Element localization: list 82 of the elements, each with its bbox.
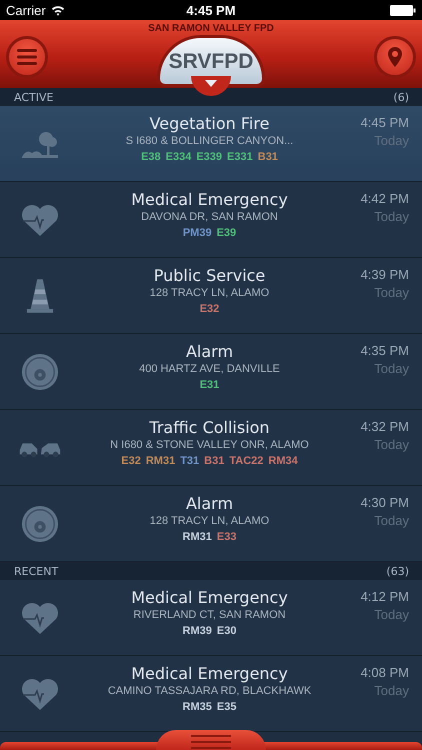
incident-time: 4:30 PM	[360, 494, 409, 512]
incident-time: 4:39 PM	[360, 266, 409, 284]
alarm-bell-icon	[21, 353, 59, 391]
incident-row[interactable]: Alarm 128 TRACY LN, ALAMO RM31 E33 4:30 PM Today	[0, 486, 422, 562]
incident-title: Vegetation Fire	[150, 114, 270, 134]
incident-day: Today	[374, 360, 409, 378]
traffic-cone-icon	[26, 277, 54, 315]
incident-day: Today	[374, 512, 409, 530]
unit-label: E35	[216, 701, 236, 714]
incident-day: Today	[374, 682, 409, 700]
incident-address: S I680 & BOLLINGER CANYON...	[126, 134, 294, 148]
incident-day: Today	[374, 208, 409, 226]
incident-title: Medical Emergency	[131, 190, 288, 210]
unit-label: E38	[141, 151, 161, 164]
unit-label: TAC22	[229, 455, 264, 468]
unit-label: RM34	[268, 455, 298, 468]
incident-address: 128 TRACY LN, ALAMO	[150, 514, 270, 528]
location-pin-icon	[388, 47, 402, 67]
incident-address: RIVERLAND CT, SAN RAMON	[133, 608, 286, 622]
incident-time: 4:12 PM	[360, 588, 409, 606]
section-count: (6)	[393, 90, 409, 104]
incident-title: Medical Emergency	[131, 588, 288, 608]
incident-title: Medical Emergency	[131, 664, 288, 684]
unit-label: E32	[121, 455, 141, 468]
unit-label: E334	[166, 151, 192, 164]
heart-icon	[20, 601, 60, 635]
incident-row[interactable]: Traffic Collision N I680 & STONE VALLEY ONR, ALAMO E32 RM31 T31 B31 TAC22 RM34 4:32 PM Today	[0, 410, 422, 486]
incident-address: 128 TRACY LN, ALAMO	[150, 286, 270, 300]
incident-address: 400 HARTZ AVE, DANVILLE	[139, 362, 280, 376]
unit-label: RM35	[182, 701, 212, 714]
incident-row[interactable]: Public Service 128 TRACY LN, ALAMO E32 4:39 PM Today	[0, 258, 422, 334]
incident-title: Alarm	[186, 494, 234, 514]
section-count: (63)	[386, 564, 409, 578]
dropdown-icon	[191, 76, 231, 96]
unit-label: E33	[216, 531, 236, 544]
incident-time: 4:08 PM	[360, 664, 409, 682]
unit-label: T31	[180, 455, 200, 468]
unit-label: PM39	[182, 227, 212, 240]
battery-icon	[390, 4, 416, 16]
section-title: ACTIVE	[14, 90, 54, 104]
incident-time: 4:45 PM	[360, 114, 409, 132]
wifi-icon	[50, 4, 65, 16]
menu-icon	[17, 49, 37, 65]
incident-address: CAMINO TASSAJARA RD, BLACKHAWK	[108, 684, 312, 698]
drawer-handle[interactable]	[156, 730, 266, 750]
incident-time: 4:35 PM	[360, 342, 409, 360]
incident-address: N I680 & STONE VALLEY ONR, ALAMO	[110, 438, 309, 452]
incident-time: 4:32 PM	[360, 418, 409, 436]
incident-title: Alarm	[186, 342, 234, 362]
heart-icon	[20, 203, 60, 237]
location-button[interactable]	[374, 36, 416, 78]
menu-button[interactable]	[6, 36, 48, 78]
unit-label: E31	[200, 379, 220, 392]
incident-title: Traffic Collision	[149, 418, 270, 438]
incident-row[interactable]: Medical Emergency CAMINO TASSAJARA RD, BLACKHAWK RM35 E35 4:08 PM Today	[0, 656, 422, 732]
unit-label: RM31	[146, 455, 176, 468]
section-title: RECENT	[14, 564, 58, 578]
heart-icon	[20, 677, 60, 711]
incident-row[interactable]: Medical Emergency RIVERLAND CT, SAN RAMON RM39 E30 4:12 PM Today	[0, 580, 422, 656]
unit-label: E30	[216, 625, 236, 638]
unit-label: E32	[200, 303, 220, 316]
carrier-label: Carrier	[6, 2, 46, 18]
incident-address: DAVONA DR, SAN RAMON	[141, 210, 278, 224]
incident-day: Today	[374, 606, 409, 624]
incident-row[interactable]: Medical Emergency DAVONA DR, SAN RAMON PM39 E39 4:42 PM Today	[0, 182, 422, 258]
unit-label: B31	[204, 455, 224, 468]
incident-title: Public Service	[154, 266, 266, 286]
logo-text: SRVFPD	[168, 50, 254, 74]
agency-title: SAN RAMON VALLEY FPD	[148, 23, 274, 34]
unit-label: E39	[216, 227, 236, 240]
unit-label: B31	[258, 151, 278, 164]
unit-label: E331	[227, 151, 253, 164]
incident-row[interactable]: Alarm 400 HARTZ AVE, DANVILLE E31 4:35 PM Today	[0, 334, 422, 410]
status-time: 4:45 PM	[186, 2, 236, 18]
incident-day: Today	[374, 436, 409, 454]
unit-label: E339	[196, 151, 222, 164]
alarm-bell-icon	[21, 505, 59, 543]
incident-day: Today	[374, 284, 409, 302]
incident-time: 4:42 PM	[360, 190, 409, 208]
unit-label: RM31	[182, 531, 212, 544]
unit-label: RM39	[182, 625, 212, 638]
grip-lines-icon	[191, 734, 231, 748]
